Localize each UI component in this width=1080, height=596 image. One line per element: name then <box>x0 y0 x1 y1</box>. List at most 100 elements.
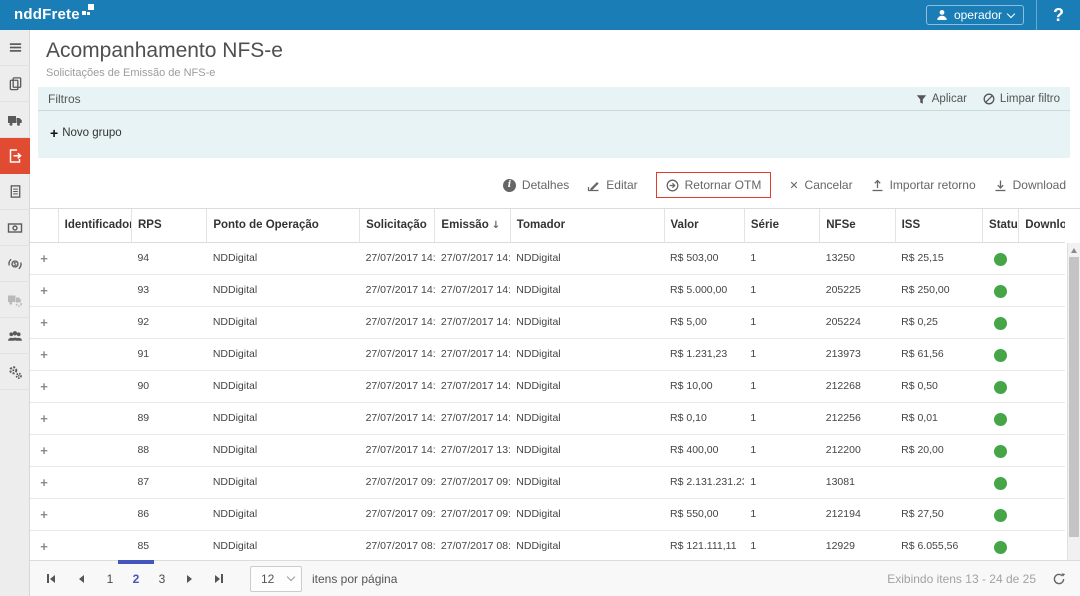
col-rps[interactable]: RPS <box>131 209 206 242</box>
user-menu[interactable]: operador <box>926 5 1024 25</box>
clear-filter-label: Limpar filtro <box>1000 93 1060 105</box>
last-page-button[interactable] <box>206 567 232 591</box>
details-button[interactable]: i Detalhes <box>503 178 569 192</box>
page-button-2-active[interactable]: 2 <box>124 567 148 591</box>
prev-page-button[interactable] <box>68 567 94 591</box>
page-button-3[interactable]: 3 <box>150 567 174 591</box>
sidebar-item-users[interactable] <box>0 318 30 354</box>
table-row[interactable]: +85NDDigital27/07/2017 08:...27/07/2017 … <box>30 530 1065 562</box>
table-row[interactable]: +87NDDigital27/07/2017 09:...27/07/2017 … <box>30 466 1065 498</box>
help-button[interactable]: ? <box>1037 5 1080 26</box>
col-tomador[interactable]: Tomador <box>510 209 664 242</box>
col-download[interactable]: Download <box>1019 209 1065 242</box>
apply-filter-button[interactable]: Aplicar <box>916 93 967 105</box>
info-icon: i <box>503 179 516 192</box>
row-expand-button[interactable]: + <box>40 251 48 266</box>
cell-ponto: NDDigital <box>207 498 360 530</box>
page-size-select[interactable]: 12 <box>250 566 302 592</box>
upload-icon <box>871 179 884 192</box>
row-expand-button[interactable]: + <box>40 443 48 458</box>
sidebar-item-money-sync[interactable]: $ <box>0 246 30 282</box>
col-status[interactable]: Status <box>983 209 1019 242</box>
cell-iss: R$ 0,25 <box>895 306 982 338</box>
table-row[interactable]: +88NDDigital27/07/2017 14:...27/07/2017 … <box>30 434 1065 466</box>
cell-tomador: NDDigital <box>510 242 664 274</box>
edit-button[interactable]: Editar <box>587 178 637 192</box>
col-serie[interactable]: Série <box>744 209 819 242</box>
cell-download <box>1019 338 1065 370</box>
cell-nfse: 205225 <box>820 274 895 306</box>
row-expand-button[interactable]: + <box>40 347 48 362</box>
cell-download <box>1019 242 1065 274</box>
sidebar-item-money[interactable] <box>0 210 30 246</box>
cell-solicitacao: 27/07/2017 14:... <box>360 338 435 370</box>
scroll-up-icon[interactable] <box>1071 248 1077 253</box>
sidebar-menu-toggle[interactable] <box>0 30 30 66</box>
clear-filter-button[interactable]: Limpar filtro <box>983 93 1060 105</box>
sidebar-item-document[interactable] <box>0 174 30 210</box>
table-row[interactable]: +92NDDigital27/07/2017 14:...27/07/2017 … <box>30 306 1065 338</box>
cancel-button[interactable]: ✕ Cancelar <box>789 178 852 192</box>
col-identificador[interactable]: Identificador <box>58 209 131 242</box>
new-group-button[interactable]: + Novo grupo <box>50 127 122 139</box>
cell-solicitacao: 27/07/2017 14:... <box>360 402 435 434</box>
table-row[interactable]: +91NDDigital27/07/2017 14:...27/07/2017 … <box>30 338 1065 370</box>
row-expand-button[interactable]: + <box>40 379 48 394</box>
row-expand-button[interactable]: + <box>40 283 48 298</box>
row-expand-button[interactable]: + <box>40 411 48 426</box>
cell-ponto: NDDigital <box>207 530 360 562</box>
sidebar-item-copy[interactable] <box>0 66 30 102</box>
table-row[interactable]: +89NDDigital27/07/2017 14:...27/07/2017 … <box>30 402 1065 434</box>
cell-valor: R$ 121.111,11 <box>664 530 744 562</box>
row-expand-button[interactable]: + <box>40 539 48 554</box>
edit-icon <box>587 179 600 192</box>
chevron-down-icon <box>287 573 295 581</box>
sidebar-item-truck[interactable] <box>0 102 30 138</box>
status-dot <box>994 445 1007 458</box>
table-row[interactable]: +93NDDigital27/07/2017 14:...27/07/2017 … <box>30 274 1065 306</box>
col-iss[interactable]: ISS <box>895 209 982 242</box>
row-expand-button[interactable]: + <box>40 507 48 522</box>
details-label: Detalhes <box>522 178 569 192</box>
table-row[interactable]: +86NDDigital27/07/2017 09:...27/07/2017 … <box>30 498 1065 530</box>
table-body: +94NDDigital27/07/2017 14:...27/07/2017 … <box>30 242 1065 575</box>
cell-solicitacao: 27/07/2017 09:... <box>360 466 435 498</box>
scrollbar-thumb[interactable] <box>1069 257 1079 537</box>
cell-expander: + <box>30 530 58 562</box>
import-return-button[interactable]: Importar retorno <box>871 178 976 192</box>
next-page-button[interactable] <box>176 567 202 591</box>
row-expand-button[interactable]: + <box>40 315 48 330</box>
cell-identificador <box>58 370 131 402</box>
vertical-scrollbar[interactable] <box>1067 243 1080 575</box>
page-button-1[interactable]: 1 <box>98 567 122 591</box>
user-menu-label: operador <box>954 8 1002 22</box>
cell-identificador <box>58 274 131 306</box>
col-ponto[interactable]: Ponto de Operação <box>207 209 360 242</box>
col-solicitacao[interactable]: Solicitação <box>360 209 435 242</box>
sidebar-item-settings[interactable] <box>0 354 30 390</box>
col-nfse[interactable]: NFSe <box>820 209 895 242</box>
cell-download <box>1019 370 1065 402</box>
table-row[interactable]: +90NDDigital27/07/2017 14:...27/07/2017 … <box>30 370 1065 402</box>
cell-expander: + <box>30 466 58 498</box>
cell-tomador: NDDigital <box>510 498 664 530</box>
cell-ponto: NDDigital <box>207 434 360 466</box>
col-valor[interactable]: Valor <box>664 209 744 242</box>
col-emissao[interactable]: Emissão↓ <box>435 209 510 242</box>
table-row[interactable]: +94NDDigital27/07/2017 14:...27/07/2017 … <box>30 242 1065 274</box>
first-page-button[interactable] <box>38 567 64 591</box>
cell-tomador: NDDigital <box>510 274 664 306</box>
cell-rps: 88 <box>131 434 206 466</box>
refresh-button[interactable] <box>1052 572 1066 586</box>
download-button[interactable]: Download <box>994 178 1066 192</box>
row-expand-button[interactable]: + <box>40 475 48 490</box>
cell-tomador: NDDigital <box>510 434 664 466</box>
cell-status <box>983 434 1019 466</box>
return-otm-button[interactable]: Retornar OTM <box>656 172 772 198</box>
sidebar-item-nfse-emission[interactable] <box>0 138 30 174</box>
cell-identificador <box>58 306 131 338</box>
document-icon <box>8 184 23 199</box>
sidebar-item-truck-settings[interactable] <box>0 282 30 318</box>
cell-identificador <box>58 530 131 562</box>
cell-iss: R$ 27,50 <box>895 498 982 530</box>
